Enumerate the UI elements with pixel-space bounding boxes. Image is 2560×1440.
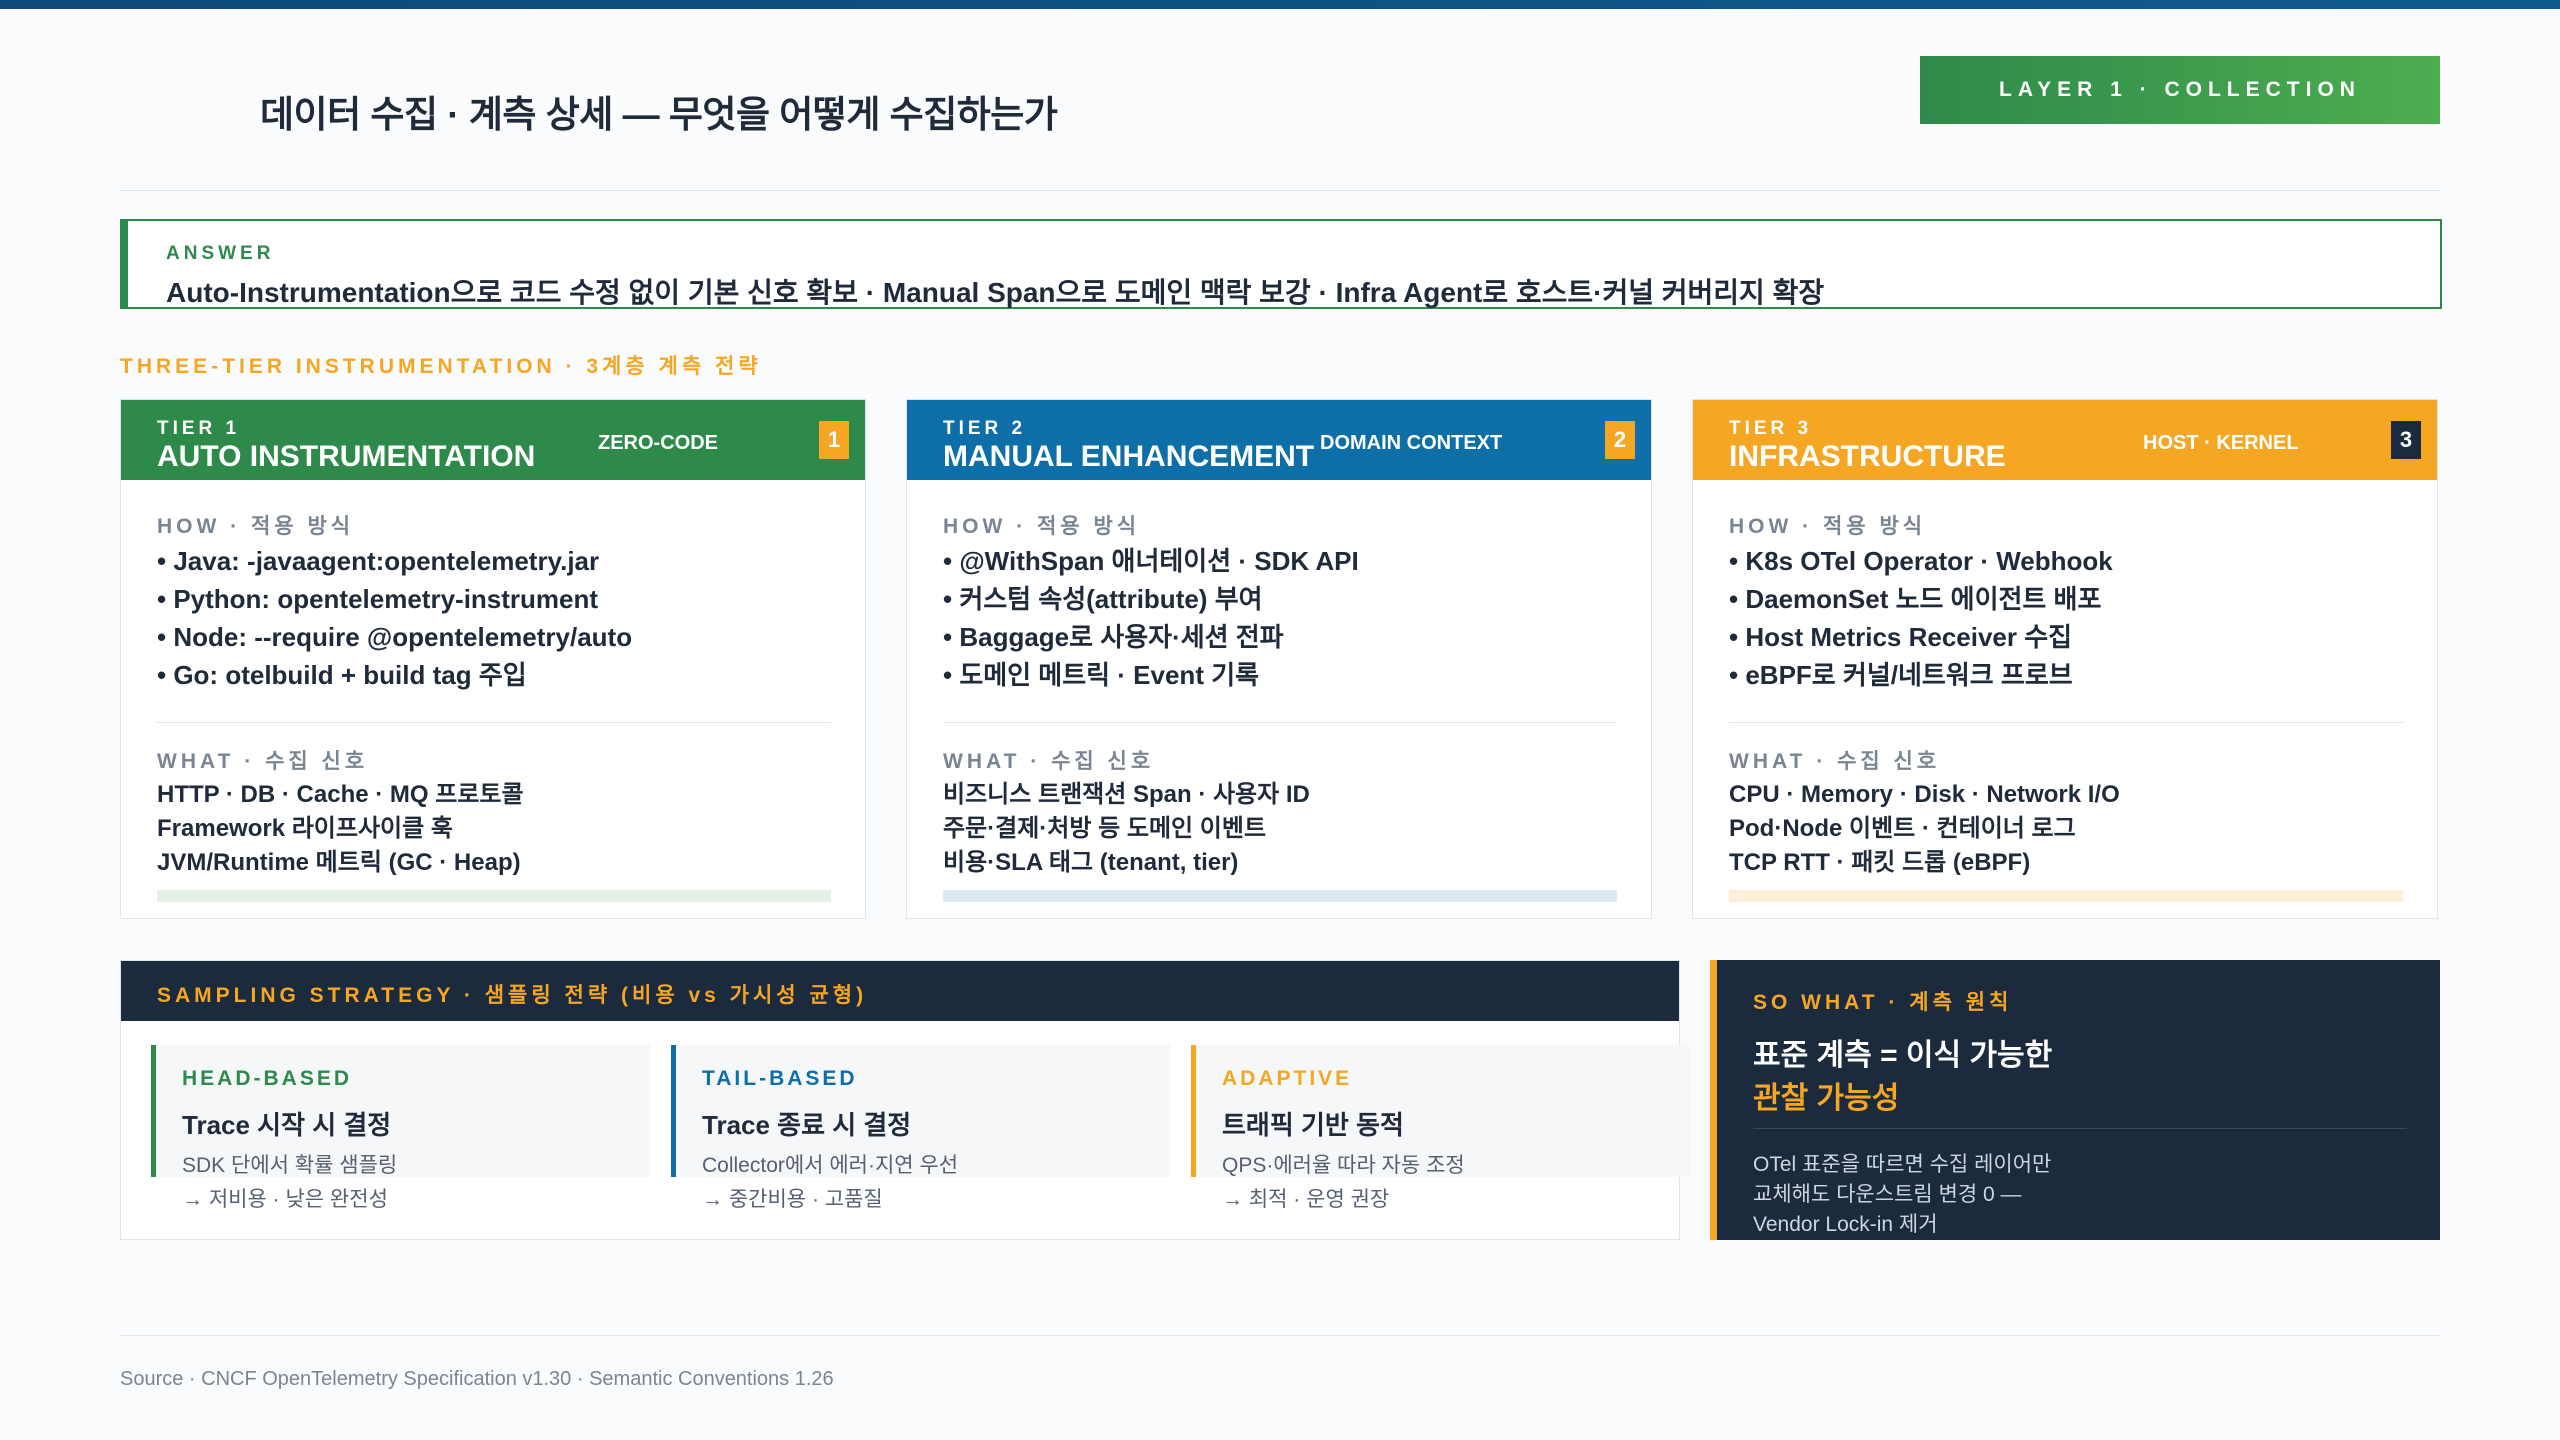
tier-name: MANUAL ENHANCEMENT xyxy=(943,440,1315,473)
sampling-card-desc: SDK 단에서 확률 샘플링 xyxy=(182,1154,398,1177)
how-item: • Node: --require @opentelemetry/auto xyxy=(157,622,633,652)
sampling-card-result: → 중간비용 · 고품질 xyxy=(702,1188,883,1211)
tier-footer-bar xyxy=(1729,890,2403,902)
tier-label: TIER 3 xyxy=(1729,418,1813,439)
what-item: TCP RTT · 패킷 드롭 (eBPF) xyxy=(1729,849,2031,876)
how-item: • 도메인 메트릭 · Event 기록 xyxy=(943,660,1260,690)
tier-number-badge: 3 xyxy=(2391,421,2421,459)
so-what-body-line: 교체해도 다운스트림 변경 0 — xyxy=(1753,1183,2022,1206)
tier-tag: HOST · KERNEL xyxy=(2143,432,2299,454)
so-what-divider xyxy=(1753,1128,2407,1129)
what-item: 비즈니스 트랜잭션 Span · 사용자 ID xyxy=(943,781,1310,808)
layer-badge: LAYER 1 · COLLECTION xyxy=(1920,56,2440,124)
tier-divider xyxy=(1729,722,2403,723)
sampling-card-result: → 최적 · 운영 권장 xyxy=(1222,1188,1390,1211)
so-what-title: 표준 계측 = 이식 가능한 xyxy=(1753,1039,2053,1072)
sampling-card-head-based: HEAD-BASED Trace 시작 시 결정 SDK 단에서 확률 샘플링 … xyxy=(151,1045,650,1211)
how-item: • eBPF로 커널/네트워크 프로브 xyxy=(1729,660,2073,690)
tier-divider xyxy=(943,722,1617,723)
sampling-card-title: Trace 시작 시 결정 xyxy=(182,1110,392,1140)
how-list: • @WithSpan 애너테이션 · SDK API • 커스텀 속성(att… xyxy=(943,542,1359,694)
what-header: WHAT · 수집 신호 xyxy=(1729,750,1941,773)
so-what-body-line: Vendor Lock-in 제거 xyxy=(1753,1213,1938,1236)
how-header: HOW · 적용 방식 xyxy=(943,515,1141,538)
tier-number-badge: 1 xyxy=(819,421,849,459)
how-item: • Go: otelbuild + build tag 주입 xyxy=(157,660,527,690)
tier-footer-bar xyxy=(943,890,1617,902)
tier-header: TIER 2 MANUAL ENHANCEMENT DOMAIN CONTEXT… xyxy=(907,400,1651,480)
how-item: • K8s OTel Operator · Webhook xyxy=(1729,546,2113,576)
answer-text: Auto-Instrumentation으로 코드 수정 없이 기본 신호 확보… xyxy=(166,277,1825,308)
so-what-panel: SO WHAT · 계측 원칙 표준 계측 = 이식 가능한 관찰 가능성 OT… xyxy=(1710,960,2440,1240)
what-item: HTTP · DB · Cache · MQ 프로토콜 xyxy=(157,781,524,808)
how-item: • Java: -javaagent:opentelemetry.jar xyxy=(157,546,600,576)
what-list: HTTP · DB · Cache · MQ 프로토콜 Framework 라이… xyxy=(157,778,524,880)
page-title: 데이터 수집 · 계측 상세 — 무엇을 어떻게 수집하는가 xyxy=(260,94,1058,135)
what-item: Pod·Node 이벤트 · 컨테이너 로그 xyxy=(1729,815,2076,842)
how-header: HOW · 적용 방식 xyxy=(157,515,355,538)
sampling-card-desc: Collector에서 에러·지연 우선 xyxy=(702,1154,959,1177)
sampling-card-desc: QPS·에러율 따라 자동 조정 xyxy=(1222,1154,1465,1177)
sampling-card-tail-based: TAIL-BASED Trace 종료 시 결정 Collector에서 에러·… xyxy=(671,1045,1170,1211)
footer-divider xyxy=(120,1335,2440,1336)
tier-header: TIER 3 INFRASTRUCTURE HOST · KERNEL 3 xyxy=(1693,400,2437,480)
sampling-card-result: → 저비용 · 낮은 완전성 xyxy=(182,1188,388,1211)
what-item: Framework 라이프사이클 훅 xyxy=(157,815,453,842)
so-what-label: SO WHAT · 계측 원칙 xyxy=(1753,991,2013,1014)
answer-label: ANSWER xyxy=(166,243,275,264)
how-item: • Python: opentelemetry-instrument xyxy=(157,584,599,614)
what-header: WHAT · 수집 신호 xyxy=(157,750,369,773)
sampling-card-label: HEAD-BASED xyxy=(182,1067,353,1090)
header-divider xyxy=(120,190,2440,191)
how-list: • Java: -javaagent:opentelemetry.jar • P… xyxy=(157,542,632,694)
sampling-card-label: ADAPTIVE xyxy=(1222,1067,1353,1090)
tier-card-2: TIER 2 MANUAL ENHANCEMENT DOMAIN CONTEXT… xyxy=(906,399,1652,919)
how-item: • @WithSpan 애너테이션 · SDK API xyxy=(943,546,1359,576)
tier-card-3: TIER 3 INFRASTRUCTURE HOST · KERNEL 3 HO… xyxy=(1692,399,2438,919)
sampling-title: SAMPLING STRATEGY · 샘플링 전략 (비용 vs 가시성 균형… xyxy=(157,984,868,1007)
answer-box: ANSWER Auto-Instrumentation으로 코드 수정 없이 기… xyxy=(120,219,2442,309)
how-item: • Host Metrics Receiver 수집 xyxy=(1729,622,2073,652)
so-what-title-highlight: 관찰 가능성 xyxy=(1753,1082,1900,1115)
tier-tag: ZERO-CODE xyxy=(598,432,718,454)
how-item: • 커스텀 속성(attribute) 부여 xyxy=(943,584,1263,614)
tier-label: TIER 2 xyxy=(943,418,1027,439)
sampling-panel: SAMPLING STRATEGY · 샘플링 전략 (비용 vs 가시성 균형… xyxy=(120,960,1690,1240)
what-item: 주문·결제·처방 등 도메인 이벤트 xyxy=(943,815,1267,842)
what-item: JVM/Runtime 메트릭 (GC · Heap) xyxy=(157,849,521,876)
top-accent-bar xyxy=(0,0,2560,9)
what-header: WHAT · 수집 신호 xyxy=(943,750,1155,773)
tier-name: INFRASTRUCTURE xyxy=(1729,440,2006,473)
tier-card-1: TIER 1 AUTO INSTRUMENTATION ZERO-CODE 1 … xyxy=(120,399,866,919)
tier-footer-bar xyxy=(157,890,831,902)
sampling-header: SAMPLING STRATEGY · 샘플링 전략 (비용 vs 가시성 균형… xyxy=(121,961,1679,1021)
tier-number-badge: 2 xyxy=(1605,421,1635,459)
section-label: THREE-TIER INSTRUMENTATION · 3계층 계측 전략 xyxy=(120,355,762,378)
what-list: CPU · Memory · Disk · Network I/O Pod·No… xyxy=(1729,778,2120,880)
sampling-card-title: Trace 종료 시 결정 xyxy=(702,1110,912,1140)
sampling-card-title: 트래픽 기반 동적 xyxy=(1222,1110,1404,1140)
how-list: • K8s OTel Operator · Webhook • DaemonSe… xyxy=(1729,542,2113,694)
tier-tag: DOMAIN CONTEXT xyxy=(1320,432,1503,454)
what-item: 비용·SLA 태그 (tenant, tier) xyxy=(943,849,1239,876)
sampling-card-label: TAIL-BASED xyxy=(702,1067,858,1090)
tier-divider xyxy=(157,722,831,723)
source-note: Source · CNCF OpenTelemetry Specificatio… xyxy=(120,1368,834,1390)
what-item: CPU · Memory · Disk · Network I/O xyxy=(1729,781,2120,808)
so-what-body-line: OTel 표준을 따르면 수집 레이어만 xyxy=(1753,1153,2052,1176)
tier-header: TIER 1 AUTO INSTRUMENTATION ZERO-CODE 1 xyxy=(121,400,865,480)
tier-name: AUTO INSTRUMENTATION xyxy=(157,440,536,473)
how-item: • DaemonSet 노드 에이전트 배포 xyxy=(1729,584,2102,614)
how-item: • Baggage로 사용자·세션 전파 xyxy=(943,622,1284,652)
how-header: HOW · 적용 방식 xyxy=(1729,515,1927,538)
sampling-card-adaptive: ADAPTIVE 트래픽 기반 동적 QPS·에러율 따라 자동 조정 → 최적… xyxy=(1191,1045,1690,1211)
tier-label: TIER 1 xyxy=(157,418,241,439)
what-list: 비즈니스 트랜잭션 Span · 사용자 ID 주문·결제·처방 등 도메인 이… xyxy=(943,778,1310,880)
